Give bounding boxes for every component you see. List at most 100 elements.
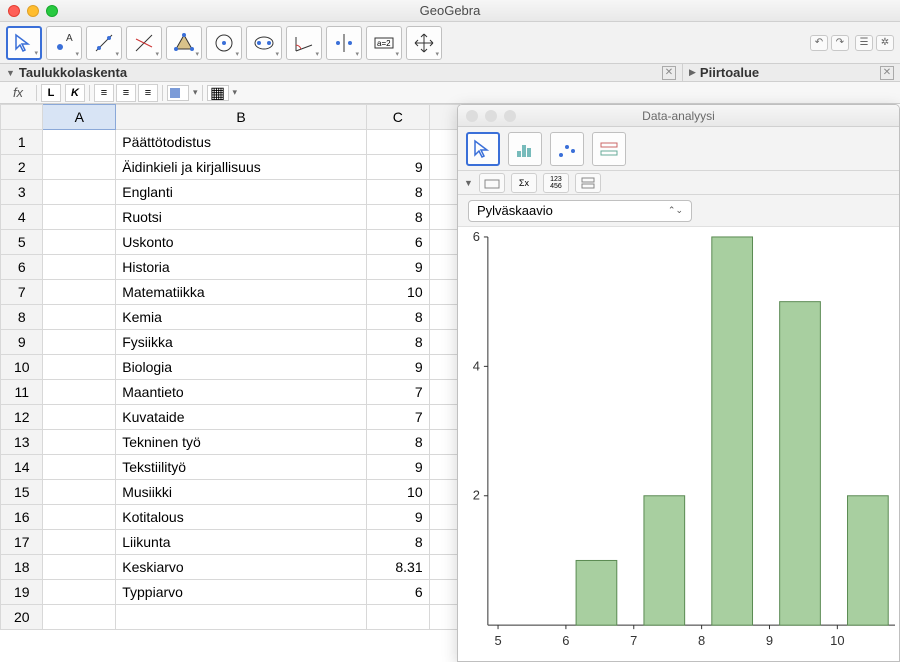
row-header[interactable]: 6 — [1, 255, 43, 280]
cell[interactable] — [429, 255, 459, 280]
cell[interactable]: 8 — [366, 430, 429, 455]
cell[interactable] — [43, 580, 116, 605]
row-header[interactable]: 19 — [1, 580, 43, 605]
row-header[interactable]: 16 — [1, 505, 43, 530]
cell[interactable] — [429, 330, 459, 355]
table-row[interactable]: 18Keskiarvo8.31 — [1, 555, 460, 580]
cell[interactable] — [43, 330, 116, 355]
close-panel-button[interactable]: ✕ — [662, 66, 676, 80]
cell[interactable]: Äidinkieli ja kirjallisuus — [116, 155, 367, 180]
row-header[interactable]: 2 — [1, 155, 43, 180]
data-analysis-titlebar[interactable]: Data-analyysi — [458, 105, 899, 127]
cell[interactable]: Tekstiilityö — [116, 455, 367, 480]
polygon-tool[interactable]: ▾ — [166, 26, 202, 60]
cell[interactable] — [43, 605, 116, 630]
select-tool[interactable] — [466, 132, 500, 166]
cell[interactable] — [429, 205, 459, 230]
spreadsheet[interactable]: A B C 1Päättötodistus2Äidinkieli ja kirj… — [0, 104, 460, 662]
cell[interactable]: Keskiarvo — [116, 555, 367, 580]
corner-cell[interactable] — [1, 105, 43, 130]
row-header[interactable]: 8 — [1, 305, 43, 330]
cell[interactable]: 8 — [366, 330, 429, 355]
cell[interactable] — [366, 130, 429, 155]
settings-button[interactable]: ✲ — [876, 35, 894, 51]
cell[interactable]: Kotitalous — [116, 505, 367, 530]
table-row[interactable]: 7Matematiikka10 — [1, 280, 460, 305]
cell[interactable] — [43, 405, 116, 430]
statistics-button[interactable]: Σx — [511, 173, 537, 193]
cell[interactable] — [116, 605, 367, 630]
minimize-window-button[interactable] — [27, 5, 39, 17]
reflect-tool[interactable]: ▾ — [326, 26, 362, 60]
table-row[interactable]: 9Fysiikka8 — [1, 330, 460, 355]
cell[interactable] — [43, 255, 116, 280]
italic-button[interactable]: K — [65, 84, 85, 102]
cell[interactable] — [429, 580, 459, 605]
row-header[interactable]: 10 — [1, 355, 43, 380]
cell[interactable]: 6 — [366, 230, 429, 255]
cell[interactable] — [429, 380, 459, 405]
minimize-button[interactable] — [485, 110, 497, 122]
close-panel-button[interactable]: ✕ — [880, 66, 894, 80]
cell[interactable] — [429, 180, 459, 205]
cell[interactable] — [429, 405, 459, 430]
cell[interactable]: 7 — [366, 405, 429, 430]
sources-button[interactable] — [479, 173, 505, 193]
cell[interactable] — [43, 555, 116, 580]
perpendicular-tool[interactable]: ▾ — [126, 26, 162, 60]
table-row[interactable]: 19Typpiarvo6 — [1, 580, 460, 605]
cell[interactable]: Kemia — [116, 305, 367, 330]
cell[interactable]: 9 — [366, 355, 429, 380]
table-row[interactable]: 15Musiikki10 — [1, 480, 460, 505]
move-tool[interactable]: ▾ — [6, 26, 42, 60]
col-header-a[interactable]: A — [43, 105, 116, 130]
table-row[interactable]: 3Englanti8 — [1, 180, 460, 205]
chart-type-select[interactable]: Pylväskaavio ⌃⌄ — [468, 200, 692, 222]
cell[interactable]: 8 — [366, 305, 429, 330]
cell[interactable]: 9 — [366, 255, 429, 280]
cell[interactable]: Biologia — [116, 355, 367, 380]
cell[interactable] — [429, 605, 459, 630]
borders-button[interactable]: ▦ — [207, 85, 229, 101]
cell[interactable]: Musiikki — [116, 480, 367, 505]
cell[interactable] — [43, 480, 116, 505]
bold-button[interactable]: L — [41, 84, 61, 102]
cell[interactable]: 8 — [366, 530, 429, 555]
table-row[interactable]: 1 Päättötodistus — [1, 130, 460, 155]
collapse-icon[interactable]: ▼ — [464, 178, 473, 188]
cell[interactable] — [43, 355, 116, 380]
row-header[interactable]: 1 — [1, 130, 43, 155]
table-row[interactable]: 6 Historia9 — [1, 255, 460, 280]
cell[interactable] — [43, 230, 116, 255]
cell[interactable]: 10 — [366, 280, 429, 305]
multivariable-tool[interactable] — [592, 132, 626, 166]
col-header-b[interactable]: B — [116, 105, 367, 130]
cell[interactable] — [43, 380, 116, 405]
cell[interactable]: 8 — [366, 205, 429, 230]
cell[interactable]: 7 — [366, 380, 429, 405]
cell[interactable]: Historia — [116, 255, 367, 280]
row-header[interactable]: 14 — [1, 455, 43, 480]
cell[interactable]: Kuvataide — [116, 405, 367, 430]
scatter-tool[interactable] — [550, 132, 584, 166]
cell[interactable]: Päättötodistus — [116, 130, 367, 155]
zoom-button[interactable] — [504, 110, 516, 122]
cell[interactable] — [43, 455, 116, 480]
chart-area[interactable]: 2465678910 — [458, 227, 899, 661]
cell[interactable] — [366, 605, 429, 630]
table-row[interactable]: 4Ruotsi8 — [1, 205, 460, 230]
ellipse-tool[interactable]: ▾ — [246, 26, 282, 60]
data-button[interactable]: 123456 — [543, 173, 569, 193]
cell[interactable] — [429, 230, 459, 255]
cell[interactable] — [429, 455, 459, 480]
cell[interactable] — [429, 555, 459, 580]
table-row[interactable]: 17Liikunta8 — [1, 530, 460, 555]
cell[interactable] — [429, 130, 459, 155]
circle-tool[interactable]: ▾ — [206, 26, 242, 60]
cell[interactable] — [429, 280, 459, 305]
properties-button[interactable]: ☰ — [855, 35, 873, 51]
table-row[interactable]: 16Kotitalous9 — [1, 505, 460, 530]
line-tool[interactable]: ▾ — [86, 26, 122, 60]
cell[interactable]: 10 — [366, 480, 429, 505]
cell[interactable] — [43, 430, 116, 455]
